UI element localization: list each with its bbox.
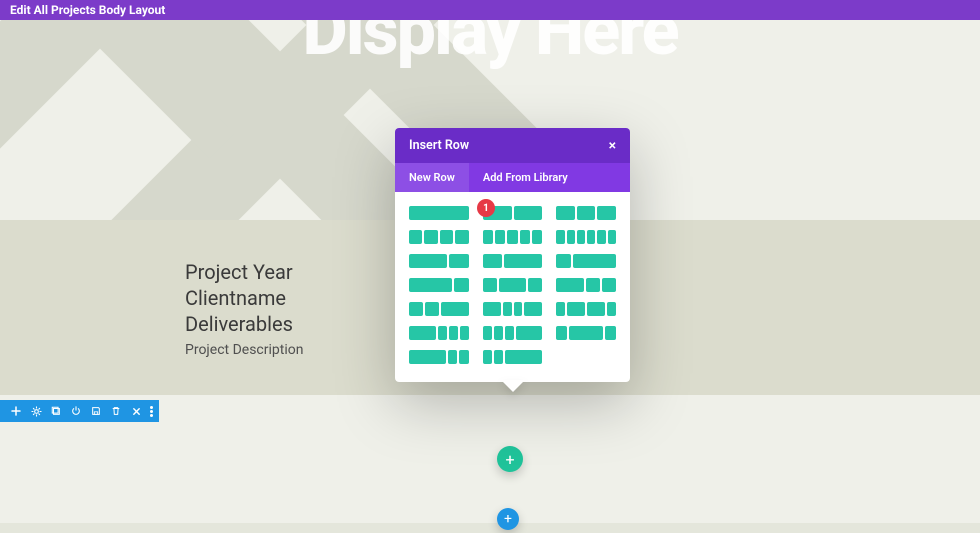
layout-quarters[interactable] [409, 230, 469, 244]
add-row-button[interactable]: + [497, 446, 523, 472]
modal-close-button[interactable]: × [609, 139, 616, 153]
bottom-strip [0, 523, 980, 533]
layout-sm-sm-2[interactable] [483, 350, 543, 364]
modal-header: Insert Row × [395, 128, 630, 163]
layout-fifths[interactable] [483, 230, 543, 244]
layout-3-1-1-1[interactable] [409, 326, 469, 340]
modal-title: Insert Row [409, 138, 469, 153]
project-year: Project Year [185, 260, 303, 284]
trash-icon[interactable] [109, 404, 123, 418]
layout-1-2[interactable] [483, 254, 543, 268]
layout-3-1[interactable] [409, 278, 469, 292]
step-badge: 1 [477, 199, 495, 217]
add-section-button[interactable]: + [497, 508, 519, 530]
layout-1-1-2[interactable] [409, 302, 469, 316]
modal-tabs: New Row Add From Library [395, 163, 630, 192]
layout-sm-1-1-sm[interactable] [556, 302, 616, 316]
project-client: Clientname [185, 286, 303, 310]
project-info: Project Year Clientname Deliverables Pro… [185, 260, 303, 358]
layout-2-1-1[interactable] [556, 278, 616, 292]
modal-pointer [501, 380, 525, 392]
layout-1-4-1[interactable] [556, 326, 616, 340]
section-toolbar[interactable] [0, 400, 159, 422]
layout-thirds[interactable] [556, 206, 616, 220]
layout-1-2-1[interactable] [483, 278, 543, 292]
project-deliverables: Deliverables [185, 312, 303, 336]
plus-icon[interactable] [9, 404, 23, 418]
duplicate-icon[interactable] [49, 404, 63, 418]
project-description: Project Description [185, 342, 303, 358]
save-icon[interactable] [89, 404, 103, 418]
tab-add-from-library[interactable]: Add From Library [469, 163, 582, 192]
insert-row-modal: Insert Row × New Row Add From Library 1 [395, 128, 630, 382]
tab-new-row[interactable]: New Row [395, 163, 469, 192]
close-icon[interactable] [129, 404, 143, 418]
layout-full[interactable] [409, 206, 469, 220]
gear-icon[interactable] [29, 404, 43, 418]
layout-grid: 1 [395, 192, 630, 382]
header-title: Edit All Projects Body Layout [10, 3, 165, 17]
edit-header: Edit All Projects Body Layout [0, 0, 980, 20]
layout-1-sm-sm-1[interactable] [483, 302, 543, 316]
layout-2-sm-sm[interactable] [409, 350, 469, 364]
power-icon[interactable] [69, 404, 83, 418]
layout-2-1[interactable] [409, 254, 469, 268]
more-icon[interactable] [150, 406, 153, 417]
layout-1-3[interactable] [556, 254, 616, 268]
layout-sixths[interactable] [556, 230, 616, 244]
layout-1-1-1-3[interactable] [483, 326, 543, 340]
